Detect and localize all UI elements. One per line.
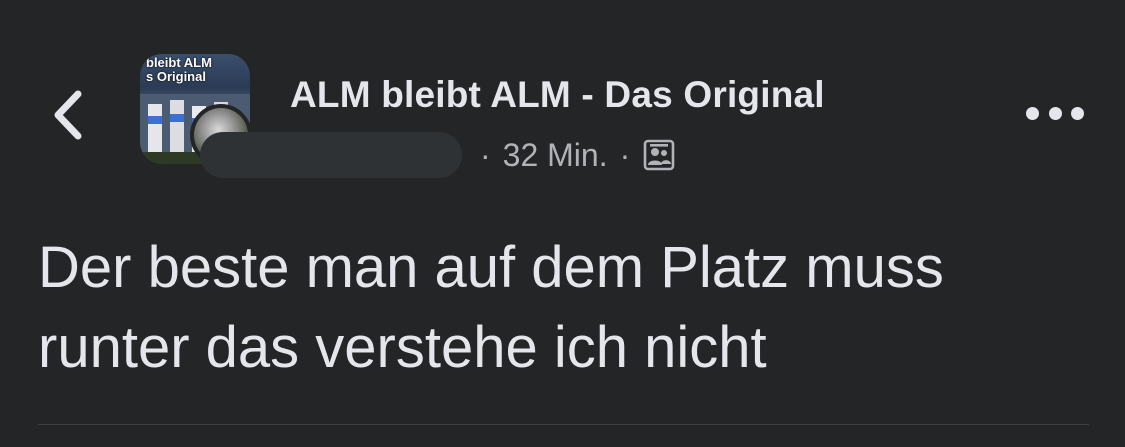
more-horizontal-icon [1071, 106, 1084, 120]
post-text: Der beste man auf dem Platz muss runter … [38, 228, 1108, 388]
meta-separator: · [619, 136, 631, 173]
divider [38, 424, 1089, 425]
more-horizontal-icon [1026, 106, 1039, 120]
author-name-redacted[interactable] [200, 132, 462, 178]
post-text-line: Der beste man auf dem Platz muss [38, 235, 944, 300]
post-meta: · 32 Min. · [200, 132, 676, 178]
chevron-left-icon [54, 90, 82, 140]
avatar-caption: bleibt ALM s Original [146, 55, 212, 84]
back-button[interactable] [44, 84, 96, 146]
group-members-icon [642, 138, 676, 172]
more-horizontal-icon [1048, 106, 1062, 120]
group-name[interactable]: ALM bleibt ALM - Das Original [290, 74, 825, 116]
post-time[interactable]: 32 Min. [503, 137, 608, 174]
post-container: bleibt ALM s Original ALM bleibt ALM - D… [0, 0, 1125, 447]
post-text-line: runter das verstehe ich nicht [38, 315, 767, 380]
meta-separator: · [480, 136, 491, 173]
more-options-button[interactable] [1026, 98, 1084, 128]
